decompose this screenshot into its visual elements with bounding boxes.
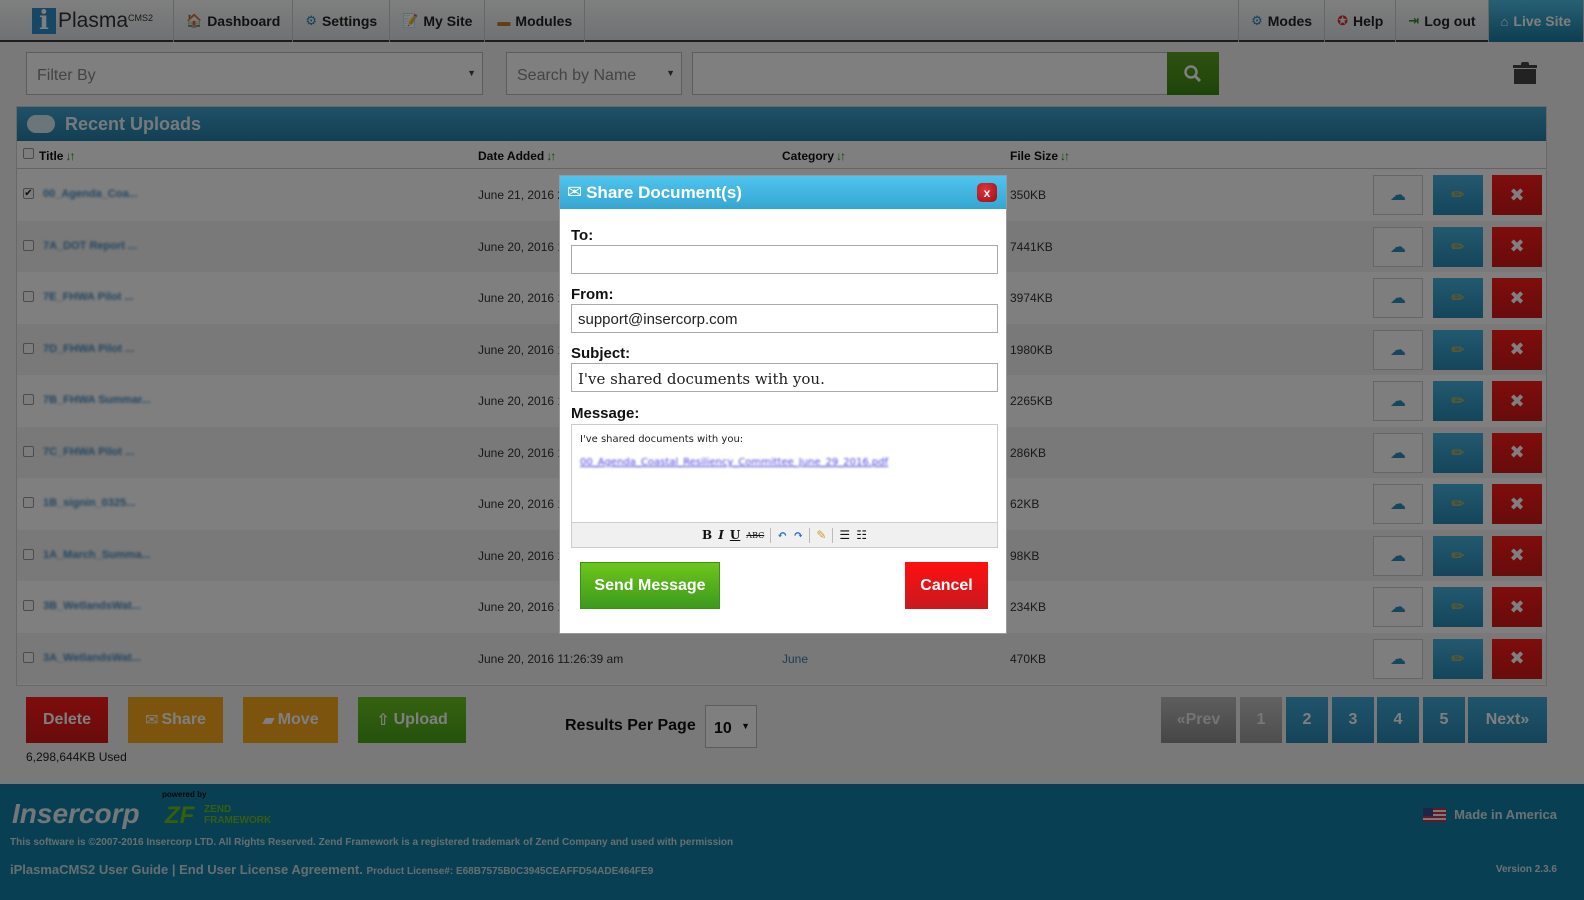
redo-icon[interactable]: ↷ (793, 528, 803, 542)
numbered-list-icon[interactable]: ☷ (856, 528, 867, 542)
message-label: Message: (571, 405, 640, 422)
message-editor[interactable]: I've shared documents with you: 00_Agend… (571, 424, 998, 548)
strikethrough-button[interactable]: ABC (746, 531, 764, 540)
from-field[interactable]: support@insercorp.com (571, 304, 998, 333)
share-document-dialog: ✉ Share Document(s) x To: From: support@… (559, 175, 1007, 634)
cancel-button[interactable]: Cancel (905, 562, 988, 609)
bold-button[interactable]: B (702, 528, 712, 542)
bullet-list-icon[interactable]: ☰ (839, 528, 850, 542)
italic-button[interactable]: I (718, 528, 724, 542)
subject-label: Subject: (571, 345, 631, 362)
send-message-button[interactable]: Send Message (580, 562, 720, 609)
toolbar-separator (832, 527, 834, 543)
to-label: To: (571, 227, 594, 244)
underline-button[interactable]: U (730, 528, 740, 542)
to-field[interactable] (571, 245, 998, 274)
envelope-icon: ✉ (567, 182, 583, 202)
dialog-title: Share Document(s) (586, 182, 742, 202)
undo-icon[interactable]: ↶ (777, 528, 787, 542)
message-text: I've shared documents with you: (580, 434, 744, 445)
toolbar-separator (770, 527, 772, 543)
toolbar-separator (809, 527, 811, 543)
from-label: From: (571, 286, 614, 303)
clean-format-icon[interactable]: ✎ (816, 528, 826, 542)
dialog-header: ✉ Share Document(s) (560, 176, 1006, 209)
subject-field[interactable]: I've shared documents with you. (571, 363, 998, 392)
editor-toolbar: B I U ABC ↶ ↷ ✎ ☰ ☷ (572, 522, 997, 547)
document-link[interactable]: 00_Agenda_Coastal_Resiliency_Committee_J… (580, 457, 888, 468)
close-button[interactable]: x (977, 183, 997, 202)
